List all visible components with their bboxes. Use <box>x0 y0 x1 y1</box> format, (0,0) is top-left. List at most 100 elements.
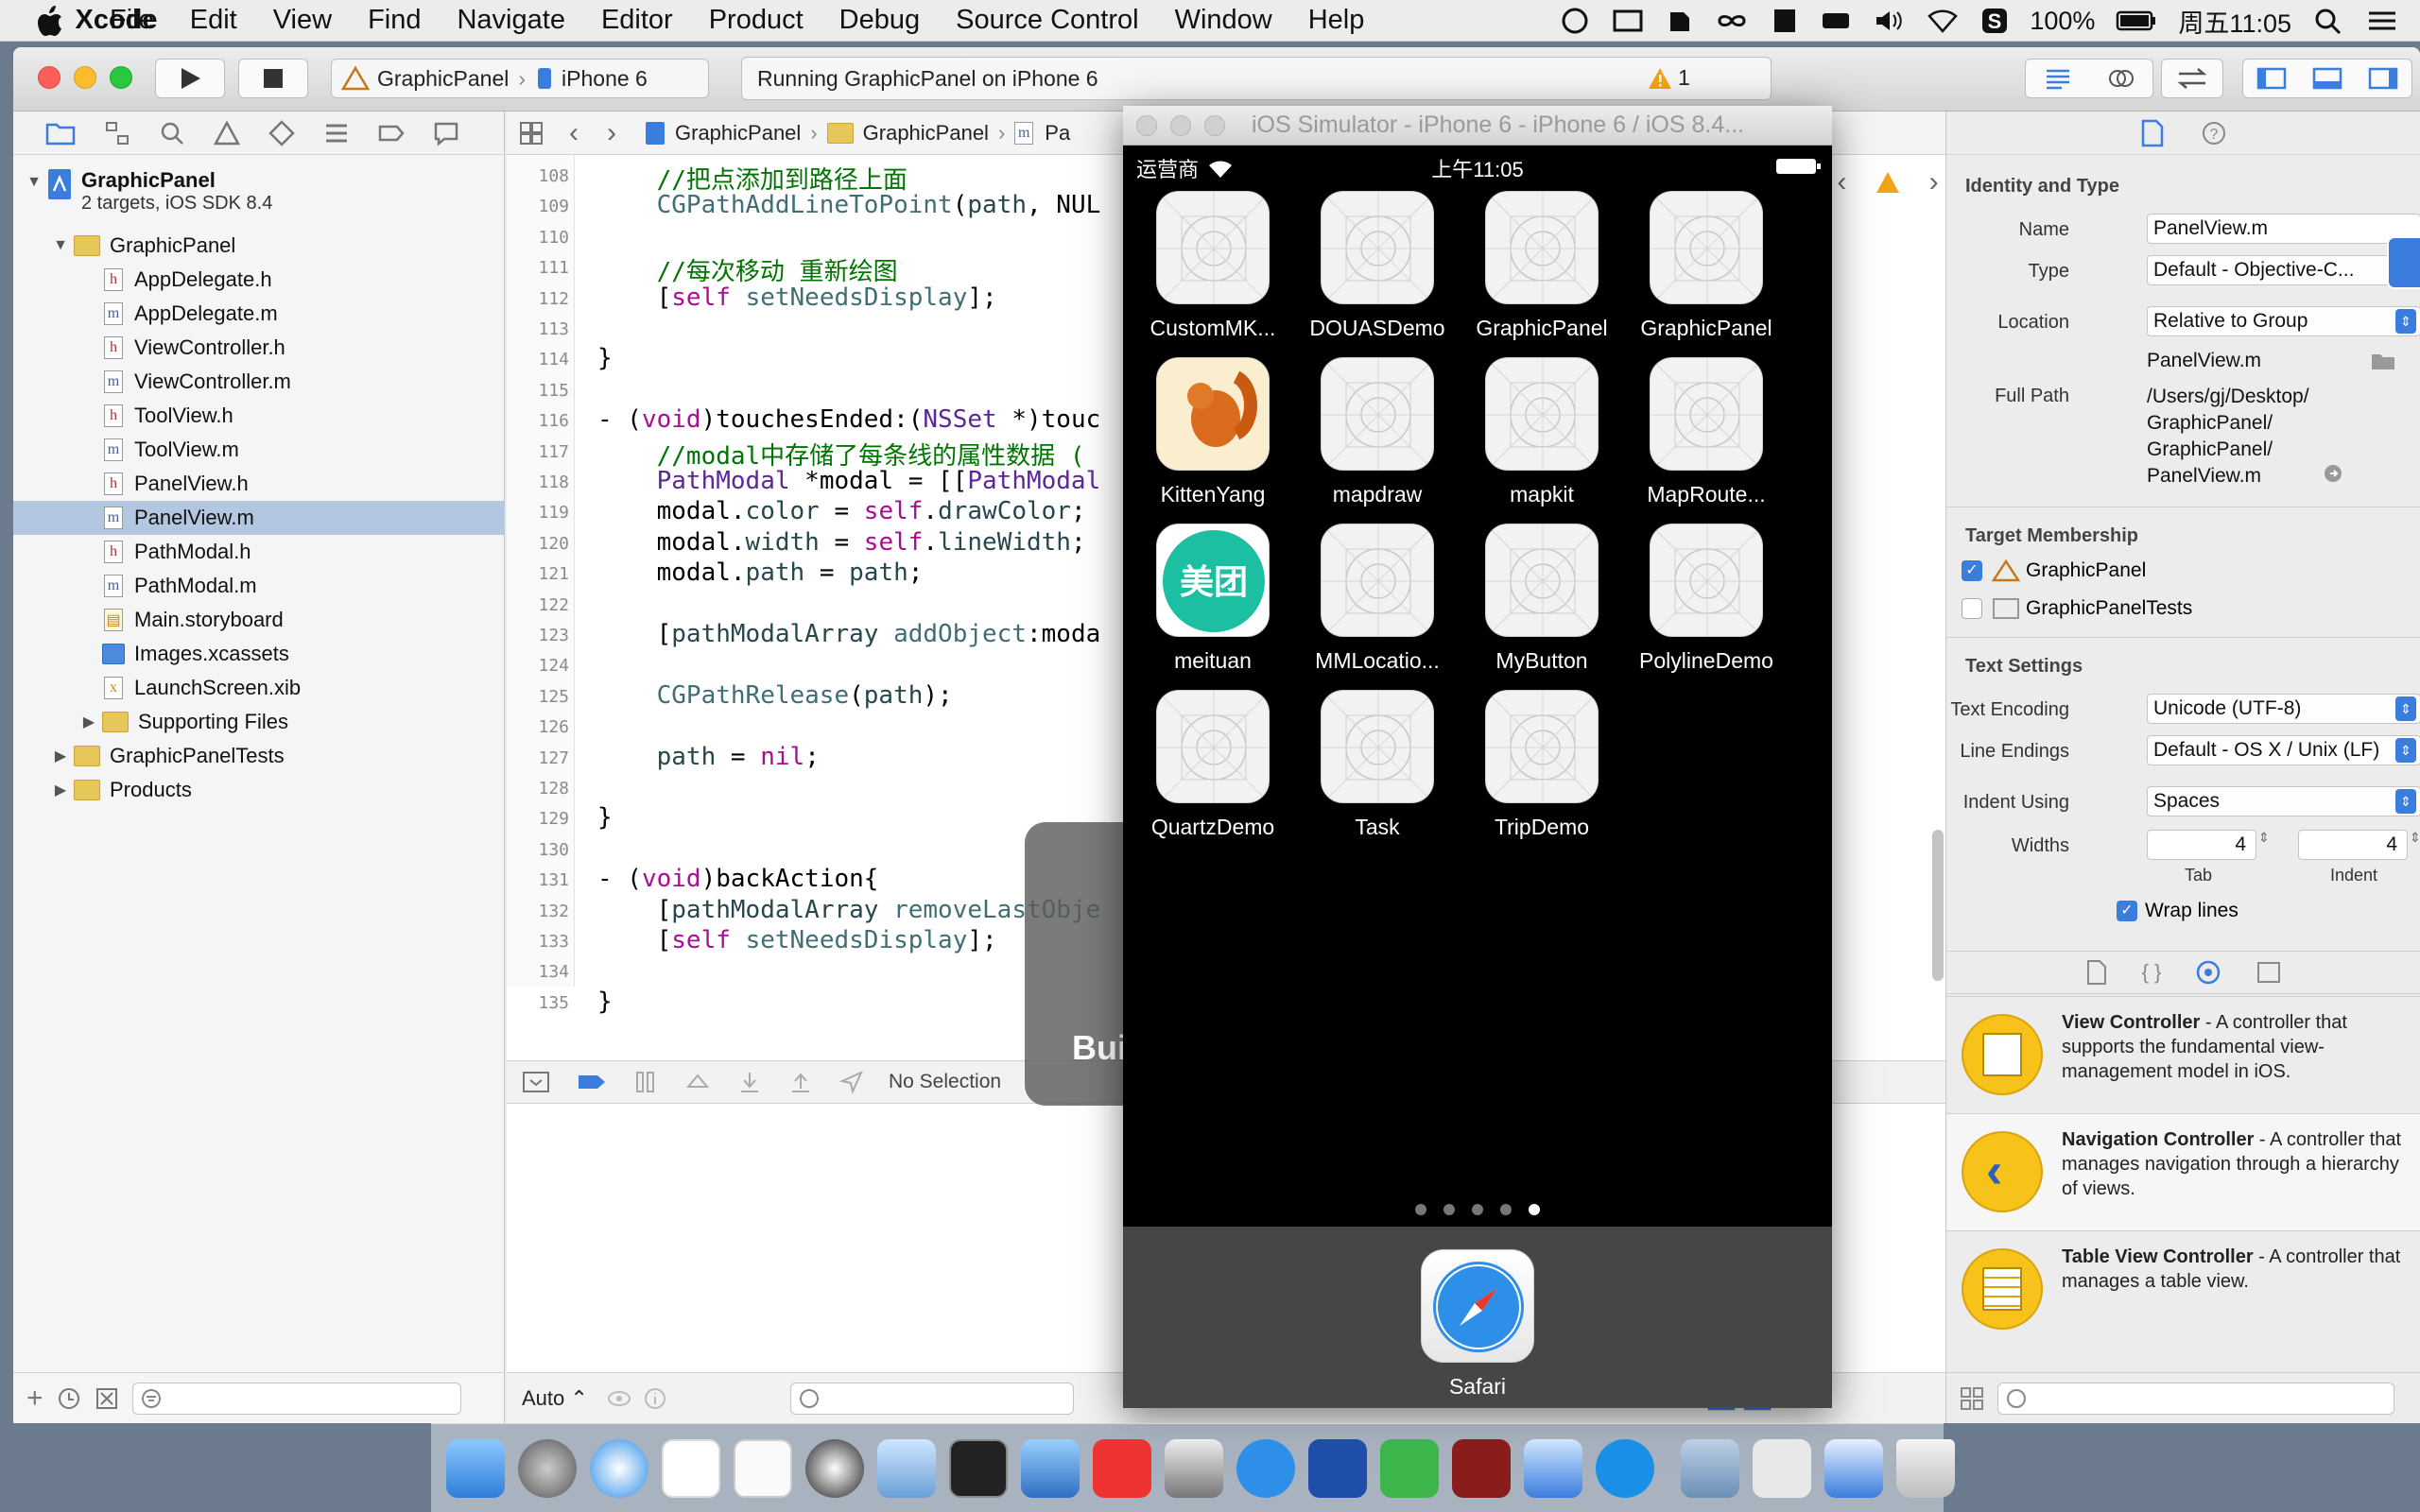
nav-file-main-storyboard[interactable]: ▤ Main.storyboard <box>13 603 505 637</box>
memory-icon[interactable] <box>1820 7 1852 35</box>
utilities-toggle-icon[interactable] <box>2368 66 2398 91</box>
reveal-in-finder-icon[interactable] <box>2323 463 2343 484</box>
evernote-icon[interactable] <box>1380 1438 1439 1498</box>
downloads-stack-icon[interactable] <box>1824 1438 1883 1498</box>
menu-window[interactable]: Window <box>1175 5 1272 36</box>
app-mybutton[interactable]: MyButton <box>1461 524 1622 674</box>
file-type-select[interactable]: Default - Objective-C... <box>2147 255 2420 285</box>
infinity-icon[interactable] <box>1714 7 1750 35</box>
documents-stack-icon[interactable] <box>1753 1438 1811 1498</box>
file-name-field[interactable]: PanelView.m <box>2147 214 2420 244</box>
code-line[interactable]: path = nil; <box>597 743 820 771</box>
app-quartzdemo[interactable]: QuartzDemo <box>1132 690 1293 840</box>
app-graphicpanel[interactable]: GraphicPanel <box>1626 191 1787 341</box>
terminal-icon[interactable] <box>949 1438 1008 1498</box>
line-endings-select[interactable]: Default - OS X / Unix (LF) ⇕ <box>2147 735 2420 765</box>
page-dot[interactable] <box>1500 1204 1512 1215</box>
simulator-icon[interactable] <box>1524 1438 1582 1498</box>
app-graphicpanel[interactable]: GraphicPanel <box>1461 191 1622 341</box>
quick-look-icon[interactable] <box>607 1386 631 1411</box>
menu-find[interactable]: Find <box>368 5 421 36</box>
menu-navigate[interactable]: Navigate <box>457 5 564 36</box>
nav-file-toolview-m[interactable]: m ToolView.m <box>13 433 505 467</box>
stamp-icon[interactable] <box>1771 7 1799 35</box>
menu-editor[interactable]: Editor <box>601 5 673 36</box>
nav-group-graphicpaneltests[interactable]: ▶ GraphicPanelTests <box>13 739 505 773</box>
menu-debug[interactable]: Debug <box>839 5 920 36</box>
file-template-icon[interactable] <box>2085 959 2108 986</box>
navigator-toggle-icon[interactable] <box>2256 66 2287 91</box>
volume-icon[interactable] <box>1873 7 1905 35</box>
zoom-window-button[interactable] <box>1204 115 1225 136</box>
zoom-window-button[interactable] <box>110 66 132 89</box>
menu-xcode[interactable]: Xcode <box>36 5 197 36</box>
app-mapdraw[interactable]: mapdraw <box>1297 357 1458 507</box>
version-editor-button[interactable] <box>2161 59 2223 98</box>
wrap-lines-row[interactable]: ✓ Wrap lines <box>2117 900 2238 922</box>
scheme-selector[interactable]: GraphicPanel › iPhone 6 <box>331 59 709 98</box>
nav-file-images-xcassets[interactable]: Images.xcassets <box>13 637 505 671</box>
disclosure-down-icon[interactable]: ▼ <box>51 237 70 254</box>
target-graphicpanel-row[interactable]: ✓ GraphicPanel <box>1962 559 2146 582</box>
pause-icon[interactable] <box>633 1070 658 1094</box>
text-encoding-select[interactable]: Unicode (UTF-8) ⇕ <box>2147 694 2420 724</box>
code-snippet-icon[interactable]: { } <box>2142 960 2162 985</box>
symbol-navigator-icon[interactable] <box>104 120 130 146</box>
unchecked-checkbox[interactable] <box>1962 598 1982 619</box>
app-tripdemo[interactable]: TripDemo <box>1461 690 1622 840</box>
file-inspector-icon[interactable] <box>2140 119 2165 147</box>
spotlight-icon[interactable] <box>2312 7 2344 35</box>
menu-view[interactable]: View <box>273 5 332 36</box>
safari-icon[interactable] <box>590 1438 648 1498</box>
checked-checkbox[interactable]: ✓ <box>1962 560 1982 581</box>
navigator-filter-field[interactable] <box>131 1382 461 1415</box>
related-items-icon[interactable] <box>518 120 546 146</box>
nav-group-supporting-files[interactable]: ▶ Supporting Files <box>13 705 505 739</box>
photo-booth-icon[interactable] <box>1165 1438 1223 1498</box>
test-navigator-icon[interactable] <box>268 119 295 146</box>
breadcrumb-file[interactable]: Pa <box>1045 121 1070 146</box>
standard-editor-icon[interactable] <box>2044 66 2072 91</box>
reveal-folder-icon[interactable] <box>2370 352 2396 372</box>
evernote-icon[interactable] <box>1665 7 1693 35</box>
menu-source-control[interactable]: Source Control <box>956 5 1138 36</box>
code-line[interactable]: - (void)backAction{ <box>597 865 878 893</box>
step-over-icon[interactable] <box>684 1070 711 1094</box>
app-mmlocatio-[interactable]: MMLocatio... <box>1297 524 1458 674</box>
notes-icon[interactable] <box>734 1438 792 1498</box>
nav-file-pathmodal-m[interactable]: m PathModal.m <box>13 569 505 603</box>
code-line[interactable]: } <box>597 344 613 372</box>
finder-icon[interactable] <box>446 1438 505 1498</box>
info-icon[interactable] <box>643 1386 667 1411</box>
code-line[interactable]: CGPathAddLineToPoint(path, NUL <box>597 191 1101 219</box>
nav-file-appdelegate-h[interactable]: h AppDelegate.h <box>13 263 505 297</box>
stop-button[interactable] <box>238 59 308 98</box>
dictionary-icon[interactable] <box>1452 1438 1511 1498</box>
run-button[interactable] <box>155 59 225 98</box>
close-window-button[interactable] <box>38 66 60 89</box>
teamviewer-tab-icon[interactable] <box>2387 236 2420 289</box>
object-library-icon[interactable] <box>2195 959 2221 986</box>
nav-file-viewcontroller-h[interactable]: h ViewController.h <box>13 331 505 365</box>
code-line[interactable]: modal.path = path; <box>597 558 924 587</box>
library-item-table-view-controller[interactable]: Table View Controller - A controller tha… <box>1946 1230 2420 1348</box>
view-toggle-control[interactable] <box>2242 59 2412 98</box>
nav-group-graphicpanel[interactable]: ▼ GraphicPanel <box>13 229 505 263</box>
preview-icon[interactable] <box>877 1438 936 1498</box>
project-root-row[interactable]: ▼ GraphicPanel 2 targets, iOS SDK 8.4 <box>13 168 505 214</box>
qq-status-icon[interactable] <box>1559 7 1591 35</box>
library-item-navigation-controller[interactable]: ‹ Navigation Controller - A controller t… <box>1946 1113 2420 1230</box>
xmind-icon[interactable] <box>1093 1438 1151 1498</box>
step-into-icon[interactable] <box>737 1070 762 1094</box>
page-dot[interactable] <box>1529 1204 1540 1215</box>
app-meituan[interactable]: 美团 meituan <box>1132 524 1293 674</box>
breakpoint-navigator-icon[interactable] <box>378 120 405 146</box>
app-maproute-[interactable]: MapRoute... <box>1626 357 1787 507</box>
minimize-window-button[interactable] <box>74 66 96 89</box>
code-line[interactable]: modal.color = self.drawColor; <box>597 497 1086 525</box>
code-line[interactable]: } <box>597 988 613 1016</box>
project-navigator-icon[interactable] <box>45 120 76 146</box>
launchpad-icon[interactable] <box>518 1438 577 1498</box>
find-navigator-icon[interactable] <box>159 120 185 146</box>
debug-toggle-icon[interactable] <box>2312 66 2342 91</box>
